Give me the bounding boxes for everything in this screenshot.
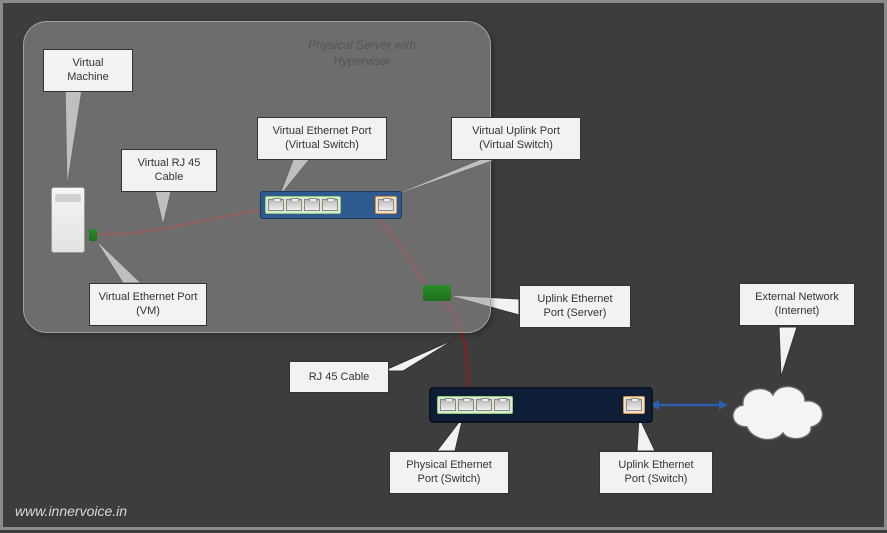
label-vm: Virtual Machine — [43, 49, 133, 92]
vswitch-port — [304, 199, 320, 211]
server-uplink-nic-icon — [423, 285, 451, 301]
virtual-switch-icon — [260, 191, 402, 219]
label-uplink-eth-server: Uplink Ethernet Port (Server) — [519, 285, 631, 328]
watermark: www.innervoice.in — [15, 503, 127, 519]
label-uplink-eth-switch: Uplink Ethernet Port (Switch) — [599, 451, 713, 494]
label-rj45: RJ 45 Cable — [289, 361, 389, 393]
physical-switch-icon — [429, 387, 653, 423]
pswitch-port — [476, 399, 492, 411]
label-veth-vm: Virtual Ethernet Port (VM) — [89, 283, 207, 326]
label-phys-eth-switch: Physical Ethernet Port (Switch) — [389, 451, 509, 494]
vswitch-port — [286, 199, 302, 211]
vswitch-uplink-port — [378, 199, 394, 211]
server-tower-icon — [51, 187, 85, 253]
vswitch-port — [268, 199, 284, 211]
pswitch-uplink-group — [623, 396, 645, 414]
pswitch-port — [458, 399, 474, 411]
hypervisor-title: Physical Server with Hypervisor — [282, 38, 442, 69]
pswitch-port — [440, 399, 456, 411]
label-veth-vswitch: Virtual Ethernet Port (Virtual Switch) — [257, 117, 387, 160]
vm-nic-icon — [89, 229, 97, 241]
vswitch-port-group — [265, 196, 341, 214]
vswitch-uplink-group — [375, 196, 397, 214]
pswitch-port — [494, 399, 510, 411]
label-virtual-rj45: Virtual RJ 45 Cable — [121, 149, 217, 192]
label-vuplink-vswitch: Virtual Uplink Port (Virtual Switch) — [451, 117, 581, 160]
vswitch-port — [322, 199, 338, 211]
cloud-icon — [723, 377, 833, 445]
pswitch-port-group — [437, 396, 513, 414]
pswitch-uplink-port — [626, 399, 642, 411]
label-external-network: External Network (Internet) — [739, 283, 855, 326]
